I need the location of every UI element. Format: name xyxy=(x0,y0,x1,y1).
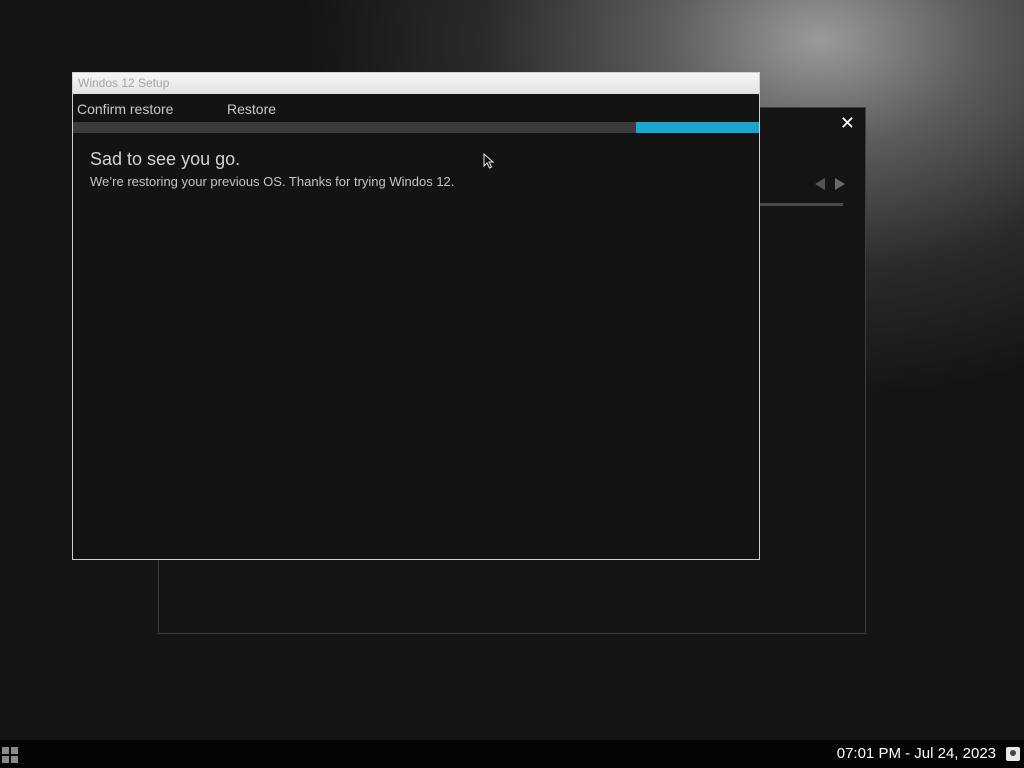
chevron-right-icon[interactable] xyxy=(835,178,845,190)
chevron-left-icon[interactable] xyxy=(815,178,825,190)
restore-message: We’re restoring your previous OS. Thanks… xyxy=(90,174,455,189)
mouse-cursor-icon xyxy=(483,153,495,169)
dialog-content: Sad to see you go. We’re restoring your … xyxy=(73,133,759,205)
step-confirm-restore: Confirm restore xyxy=(77,101,174,117)
carousel-nav xyxy=(815,178,845,190)
page-heading: Sad to see you go. xyxy=(90,149,241,169)
step-progress-bar xyxy=(73,122,759,133)
close-icon[interactable]: ✕ xyxy=(840,114,855,134)
setup-dialog: Windos 12 Setup Confirm restore Restore … xyxy=(72,72,760,560)
windows-grid-icon[interactable] xyxy=(2,747,18,763)
step-restore: Restore xyxy=(227,101,277,117)
setup-steps: Confirm restore Restore xyxy=(73,94,759,122)
user-icon[interactable] xyxy=(1006,747,1020,761)
taskbar-clock[interactable]: 07:01 PM - Jul 24, 2023 xyxy=(837,745,996,762)
dialog-title[interactable]: Windos 12 Setup xyxy=(73,73,759,94)
step-progress-fill xyxy=(636,122,759,133)
taskbar: 07:01 PM - Jul 24, 2023 xyxy=(0,740,1024,768)
divider xyxy=(759,203,843,206)
